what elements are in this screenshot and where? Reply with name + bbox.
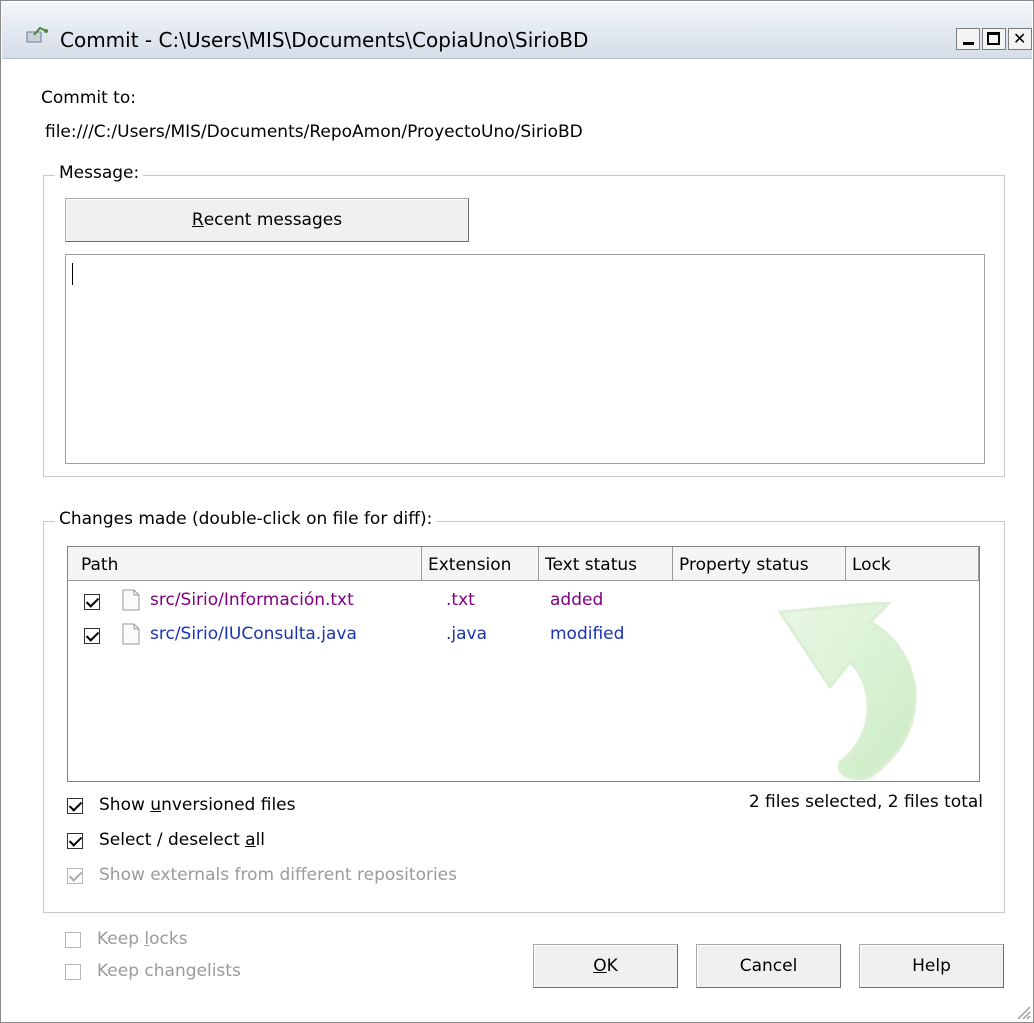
show-unversioned-accel: u [150, 795, 162, 815]
help-label: Help [912, 956, 951, 976]
file-checkbox[interactable] [84, 628, 100, 644]
show-unversioned-post: nversioned files [161, 795, 296, 815]
column-property-status-label: Property status [679, 555, 809, 575]
files-summary: 2 files selected, 2 files total [748, 792, 983, 812]
column-extension-label: Extension [428, 555, 512, 575]
column-text-status-label: Text status [545, 555, 638, 575]
column-path-label: Path [81, 555, 119, 575]
show-externals-label: Show externals from different repositori… [99, 865, 457, 885]
keep-changelists-label: Keep changelists [97, 961, 241, 981]
file-icon [122, 589, 140, 611]
keep-locks-checkbox [65, 932, 81, 948]
file-icon [122, 623, 140, 645]
column-header-path[interactable]: Path [68, 547, 422, 581]
file-extension: .txt [446, 590, 475, 610]
show-externals-checkbox [67, 868, 83, 884]
file-text-status: modified [550, 624, 625, 644]
keep-locks-post: ocks [149, 929, 188, 949]
keep-locks-label: Keep locks [97, 929, 188, 949]
select-all-checkbox[interactable] [67, 833, 83, 849]
recent-messages-label: ecent messages [203, 210, 343, 230]
keep-locks-pre: Keep [97, 929, 145, 949]
select-all-post: ll [255, 830, 266, 850]
changes-list[interactable]: Path Extension Text status Property stat… [67, 546, 980, 782]
column-header-property-status[interactable]: Property status [673, 547, 846, 581]
column-header-extension[interactable]: Extension [422, 547, 539, 581]
select-all-pre: Select / deselect [99, 830, 246, 850]
file-extension: .java [446, 624, 488, 644]
window-title: Commit - C:\Users\MIS\Documents\CopiaUno… [60, 28, 589, 52]
help-button[interactable]: Help [859, 944, 1004, 988]
maximize-button[interactable] [982, 28, 1006, 50]
commit-dialog: Commit - C:\Users\MIS\Documents\CopiaUno… [0, 0, 1034, 1023]
column-header-text-status[interactable]: Text status [539, 547, 673, 581]
ok-accel: O [593, 956, 607, 976]
resize-grip-icon[interactable] [1015, 1004, 1031, 1020]
cancel-button[interactable]: Cancel [696, 944, 841, 988]
recent-messages-button[interactable]: Recent messages [65, 198, 469, 242]
file-text-status: added [550, 590, 604, 610]
file-path: src/Sirio/Información.txt [150, 590, 354, 610]
file-path: src/Sirio/IUConsulta.java [150, 624, 357, 644]
show-unversioned-checkbox[interactable] [67, 798, 83, 814]
table-row[interactable]: src/Sirio/IUConsulta.java .java modified [68, 619, 979, 651]
close-button[interactable] [1008, 28, 1032, 50]
commit-to-label: Commit to: [41, 88, 136, 108]
commit-icon [26, 26, 48, 43]
file-checkbox[interactable] [84, 594, 100, 610]
ok-label: K [606, 956, 618, 976]
select-all-label[interactable]: Select / deselect all [99, 830, 265, 850]
changes-legend: Changes made (double-click on file for d… [55, 509, 437, 529]
recent-messages-accel: R [191, 210, 204, 230]
message-textarea[interactable] [65, 254, 985, 464]
cancel-label: Cancel [739, 956, 798, 976]
text-caret [72, 263, 73, 285]
table-row[interactable]: src/Sirio/Información.txt .txt added [68, 585, 979, 617]
commit-to-url: file:///C:/Users/MIS/Documents/RepoAmon/… [45, 122, 583, 142]
column-header-lock[interactable]: Lock [846, 547, 979, 581]
show-unversioned-pre: Show [99, 795, 151, 815]
select-all-accel: a [245, 830, 256, 850]
minimize-button[interactable] [956, 28, 980, 50]
column-lock-label: Lock [852, 555, 891, 575]
message-legend: Message: [55, 163, 144, 183]
show-unversioned-label[interactable]: Show unversioned files [99, 795, 296, 815]
title-bar[interactable]: Commit - C:\Users\MIS\Documents\CopiaUno… [2, 2, 1032, 59]
ok-button[interactable]: OK [533, 944, 678, 988]
keep-changelists-checkbox [65, 964, 81, 980]
